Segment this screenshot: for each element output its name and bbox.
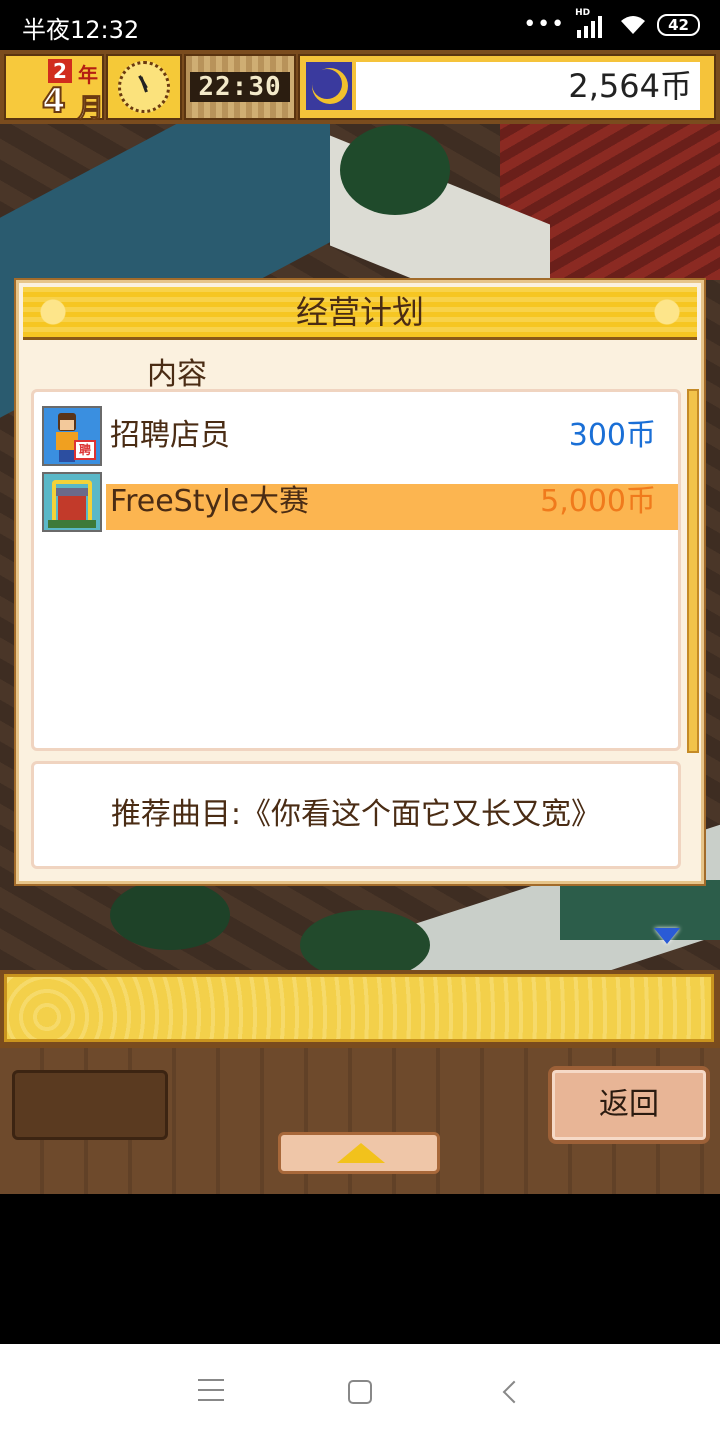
clock-time: 22:30 (190, 72, 290, 102)
item-label: FreeStyle大赛 (110, 484, 310, 519)
item-label: 招聘店员 (110, 418, 230, 453)
message-bar (0, 970, 720, 1048)
letterbox-area (0, 1194, 720, 1344)
location-marker-icon[interactable] (654, 928, 680, 944)
business-plan-dialog: 经营计划 内容 聘 招聘店员 300币 FreeStyle大赛 5,000币 推… (16, 280, 704, 884)
festival-stage-icon (42, 472, 102, 532)
system-nav-bar (0, 1344, 720, 1440)
item-price: 5,000币 (540, 484, 656, 519)
column-label: 内容 (147, 357, 207, 392)
expand-up-button[interactable] (278, 1132, 440, 1174)
triangle-up-icon (337, 1143, 385, 1163)
time-display: 22:30 (184, 54, 296, 120)
item-price: 300币 (568, 418, 656, 453)
clock-icon (106, 54, 182, 120)
year-unit: 年 (78, 63, 98, 87)
status-icons: ••• HD 42 (523, 8, 700, 38)
year-value: 2 (48, 59, 72, 83)
wifi-icon (621, 16, 646, 34)
month-unit: 月 (77, 94, 105, 125)
status-time: 半夜12:32 (22, 16, 140, 44)
date-display: 2 年 4 月 (4, 54, 105, 125)
menu-icon[interactable] (198, 1379, 224, 1401)
back-arrow-icon[interactable] (502, 1380, 526, 1404)
month-value: 4 (41, 81, 67, 121)
dialog-title: 经营计划 (295, 293, 424, 331)
more-dots-icon: ••• (523, 12, 566, 37)
moon-icon (306, 62, 352, 110)
plan-list[interactable]: 聘 招聘店员 300币 FreeStyle大赛 5,000币 (31, 389, 681, 751)
empty-panel-slot (12, 1070, 168, 1140)
bottom-toolbar: 返回 (0, 1048, 720, 1194)
dialog-header: 经营计划 (23, 287, 697, 340)
status-bar: 半夜12:32 ••• HD 42 (0, 0, 720, 50)
home-icon[interactable] (348, 1380, 372, 1404)
hire-staff-icon: 聘 (42, 406, 102, 466)
description-box: 推荐曲目:《你看这个面它又长又宽》 (31, 761, 681, 869)
top-hud: 2 年 4 月 22:30 2,564币 (0, 50, 720, 125)
signal-icon: HD (575, 8, 609, 38)
list-scrollbar[interactable] (687, 389, 699, 753)
battery-icon: 42 (657, 14, 700, 36)
back-button[interactable]: 返回 (548, 1066, 710, 1144)
list-item-selected[interactable]: FreeStyle大赛 5,000币 (42, 472, 678, 532)
list-item[interactable]: 聘 招聘店员 300币 (42, 406, 672, 466)
network-label: HD (575, 8, 591, 18)
money-display: 2,564币 (298, 54, 716, 120)
money-value: 2,564币 (356, 62, 700, 110)
